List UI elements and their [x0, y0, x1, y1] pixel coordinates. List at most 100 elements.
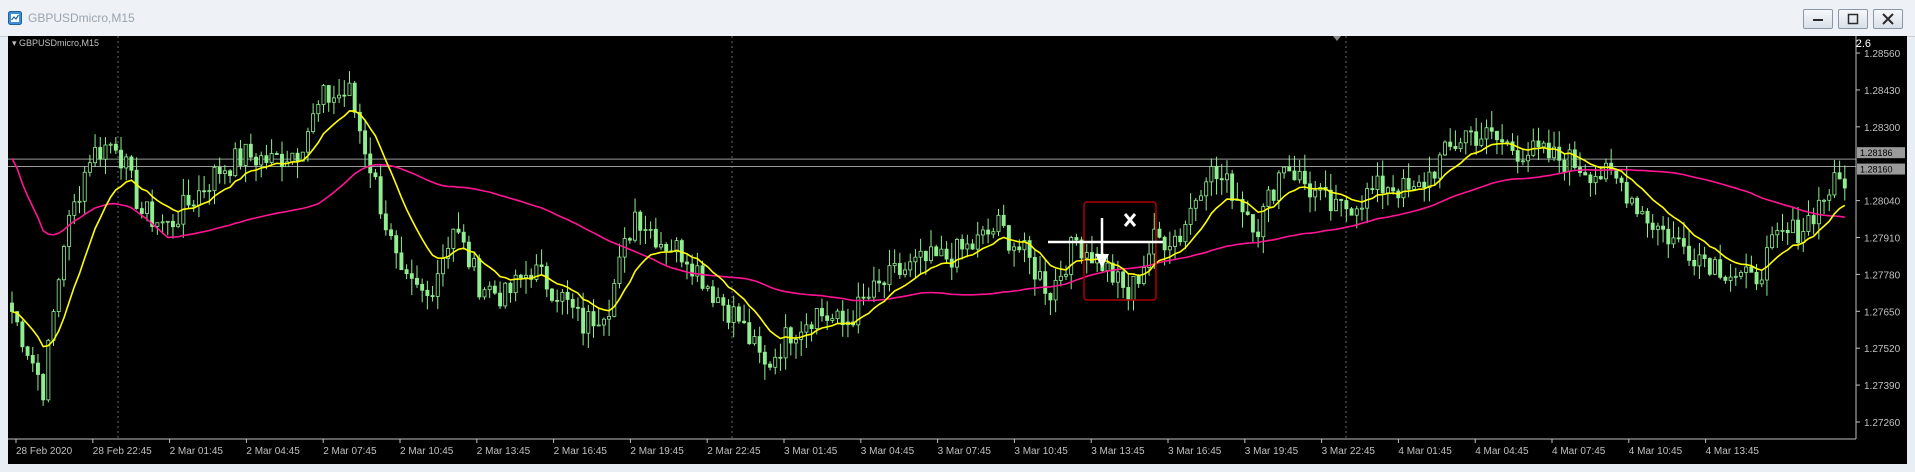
candle-body [550, 288, 554, 301]
candle-body [778, 356, 783, 359]
candle-body [1604, 162, 1608, 180]
candle-body [124, 156, 129, 169]
candle-body [1739, 271, 1743, 277]
candle-body [1178, 235, 1183, 243]
candle-body [20, 321, 25, 348]
candle-body [939, 248, 944, 257]
candle-body [1718, 259, 1723, 278]
candle-body [415, 277, 419, 285]
candle-body [248, 143, 253, 158]
candle-body [337, 94, 342, 99]
candle-body [186, 194, 191, 206]
title-bar[interactable]: GBPUSDmicro,M15 [0, 0, 1915, 37]
candle-body [1448, 141, 1453, 147]
candle-body [451, 228, 456, 249]
time-tick-label: 4 Mar 10:45 [1629, 446, 1683, 457]
candle-body [944, 248, 949, 260]
candle-body [664, 244, 669, 252]
time-tick-label: 3 Mar 13:45 [1091, 446, 1145, 457]
candle-body [176, 223, 181, 228]
close-icon [1882, 13, 1894, 25]
candle-body [887, 265, 892, 286]
candle-body [1687, 245, 1692, 261]
candle-body [1302, 170, 1307, 185]
candle-body [487, 285, 492, 291]
candle-body [1105, 262, 1110, 272]
candle-body [1380, 175, 1385, 194]
time-tick-label: 2 Mar 01:45 [170, 446, 224, 457]
candle-body [466, 241, 471, 268]
candle-body [1437, 154, 1442, 179]
candle-body [305, 131, 310, 153]
candle-body [814, 308, 819, 330]
time-tick-label: 3 Mar 01:45 [784, 446, 838, 457]
candle-body [726, 304, 731, 323]
shift-marker-icon [1333, 36, 1341, 41]
close-button[interactable] [1873, 9, 1903, 29]
candle-body [1334, 198, 1338, 212]
candle-body [617, 256, 622, 284]
candle-body [425, 289, 430, 296]
candle-body [960, 239, 965, 250]
price-tick-label: 1.27910 [1864, 234, 1901, 245]
chart-canvas[interactable]: 1.281861.28160 1.285601.284301.283001.28… [8, 36, 1907, 464]
candle-body [404, 269, 409, 275]
candle-body [1676, 237, 1681, 240]
candle-body [321, 85, 326, 105]
price-tick-label: 1.27260 [1864, 418, 1901, 429]
time-tick-label: 2 Mar 04:45 [246, 446, 300, 457]
candle-body [93, 147, 98, 164]
candle-body [653, 228, 658, 248]
candle-body [736, 306, 741, 322]
candle-body [435, 273, 440, 297]
price-tick-label: 1.27780 [1864, 270, 1901, 281]
candle-body [1806, 215, 1811, 232]
candle-body [363, 130, 368, 155]
price-tick-label: 1.28430 [1864, 86, 1901, 97]
candle-body [1614, 169, 1619, 179]
candle-body [87, 162, 92, 173]
candle-body [1250, 214, 1255, 233]
candle-body [456, 228, 461, 233]
time-tick-label: 3 Mar 22:45 [1322, 446, 1376, 457]
candle-body [1635, 197, 1640, 215]
candle-body [768, 363, 773, 368]
candle-body [1650, 222, 1655, 230]
minimize-button[interactable] [1803, 9, 1833, 29]
candle-body [1453, 146, 1458, 149]
candle-body [238, 148, 243, 166]
candle-body [1297, 170, 1302, 181]
candle-body [98, 147, 103, 160]
candle-body [788, 327, 793, 344]
price-chart[interactable]: 1.28186 1.28160 1.28560 1.28430 1.28300 1.28… [8, 36, 1907, 464]
time-tick-label: 2 Mar 13:45 [477, 446, 531, 457]
candle-body [1385, 187, 1390, 194]
candle-body [1764, 247, 1769, 281]
candle-body [1707, 258, 1712, 275]
candle-body [742, 320, 747, 324]
candle-body [1463, 130, 1468, 144]
maximize-button[interactable] [1838, 9, 1868, 29]
candle-body [1110, 262, 1115, 283]
candle-body [1032, 256, 1037, 280]
candle-body [830, 318, 835, 321]
candle-body [1785, 229, 1790, 234]
candle-body [280, 153, 284, 168]
candle-body [1671, 237, 1676, 245]
candle-body [1583, 172, 1588, 176]
candle-body [1754, 271, 1759, 285]
candle-body [1245, 211, 1250, 215]
candle-body [1084, 252, 1089, 259]
candle-body [612, 283, 617, 317]
candle-body [1006, 225, 1011, 251]
candle-body [975, 234, 980, 250]
candle-body [207, 190, 212, 192]
candle-body [1136, 275, 1141, 284]
candle-body [503, 282, 508, 307]
window-title: GBPUSDmicro,M15 [28, 11, 135, 25]
candle-body [399, 252, 404, 271]
candle-body [581, 307, 586, 334]
candle-body [1391, 187, 1396, 192]
price-tick-label: 1.27650 [1864, 307, 1901, 318]
candle-body [1276, 172, 1281, 201]
